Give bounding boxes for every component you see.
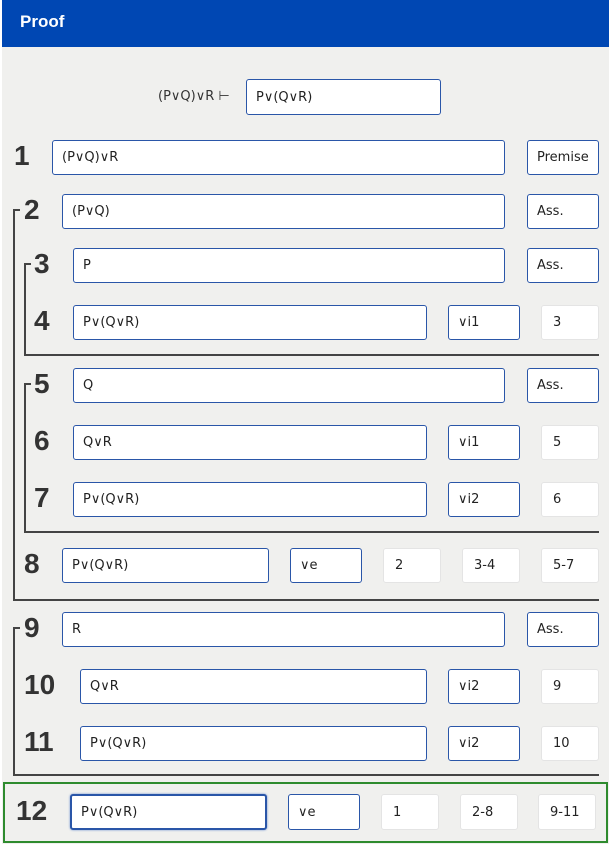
proof-header: Proof — [2, 0, 609, 47]
formula-input[interactable]: P∨(Q∨R) — [73, 482, 427, 517]
subproof-bracket-9-11 — [13, 628, 15, 776]
formula-input[interactable]: Q — [73, 368, 505, 403]
reference-input[interactable]: 6 — [541, 482, 599, 517]
rule-input[interactable]: ∨i1 — [448, 305, 520, 340]
formula-input[interactable]: P — [73, 248, 505, 283]
formula-input[interactable]: (P∨Q)∨R — [52, 140, 505, 175]
reference-input[interactable]: 5-7 — [541, 548, 599, 583]
rule-input[interactable]: Ass. — [527, 368, 599, 403]
reference-input[interactable]: 1 — [381, 794, 439, 830]
subproof-tick-2 — [13, 209, 20, 211]
reference-input[interactable]: 3 — [541, 305, 599, 340]
rule-input[interactable]: ∨i2 — [448, 726, 520, 761]
rule-input[interactable]: ∨e — [288, 794, 360, 830]
rule-input[interactable]: ∨i2 — [448, 669, 520, 704]
line-number: 5 — [34, 368, 50, 399]
reference-input[interactable]: 5 — [541, 425, 599, 460]
subproof-tick-3 — [24, 263, 31, 265]
rule-input[interactable]: Ass. — [527, 248, 599, 283]
rule-input[interactable]: ∨i1 — [448, 425, 520, 460]
subproof-bracket-3-4 — [24, 264, 26, 356]
rule-input[interactable]: Ass. — [527, 194, 599, 229]
line-number: 9 — [24, 612, 40, 643]
subproof-tick-9 — [13, 627, 20, 629]
formula-input[interactable]: P∨(Q∨R) — [73, 305, 427, 340]
line-number: 4 — [34, 305, 50, 336]
subproof-close-5-7 — [24, 531, 599, 533]
rule-input[interactable]: Premise — [527, 140, 599, 175]
formula-input[interactable]: P∨(Q∨R) — [80, 726, 427, 761]
subproof-close-3-4 — [24, 354, 599, 356]
line-number: 2 — [24, 194, 40, 225]
line-number: 12 — [16, 795, 48, 826]
reference-input[interactable]: 2-8 — [460, 794, 518, 830]
line-number: 6 — [34, 425, 50, 456]
subproof-bracket-5-7 — [24, 384, 26, 533]
formula-input[interactable]: (P∨Q) — [62, 194, 505, 229]
reference-input[interactable]: 2 — [383, 548, 441, 583]
formula-input[interactable]: Q∨R — [80, 669, 427, 704]
reference-input[interactable]: 9-11 — [538, 794, 596, 830]
formula-input[interactable]: P∨(Q∨R) — [62, 548, 269, 583]
reference-input[interactable]: 9 — [541, 669, 599, 704]
line-number: 8 — [24, 548, 40, 579]
formula-input[interactable]: Q∨R — [73, 425, 427, 460]
rule-input[interactable]: ∨e — [290, 548, 362, 583]
line-number: 7 — [34, 482, 50, 513]
rule-input[interactable]: ∨i2 — [448, 482, 520, 517]
line-number: 10 — [24, 669, 56, 700]
subproof-close-9-11 — [13, 774, 599, 776]
reference-input[interactable]: 10 — [541, 726, 599, 761]
subproof-close-2-8 — [13, 599, 599, 601]
line-number: 1 — [14, 140, 30, 171]
goal-conclusion-input[interactable]: P∨(Q∨R) — [246, 79, 441, 115]
line-number: 3 — [34, 248, 50, 279]
line-number: 11 — [24, 726, 54, 757]
header-title: Proof — [20, 12, 65, 31]
formula-input-active[interactable]: P∨(Q∨R) — [70, 794, 267, 830]
reference-input[interactable]: 3-4 — [462, 548, 520, 583]
subproof-tick-5 — [24, 383, 31, 385]
formula-input[interactable]: R — [62, 612, 505, 647]
subproof-bracket-2-8 — [13, 210, 15, 600]
goal-premise: (P∨Q)∨R ⊢ — [158, 89, 230, 104]
rule-input[interactable]: Ass. — [527, 612, 599, 647]
